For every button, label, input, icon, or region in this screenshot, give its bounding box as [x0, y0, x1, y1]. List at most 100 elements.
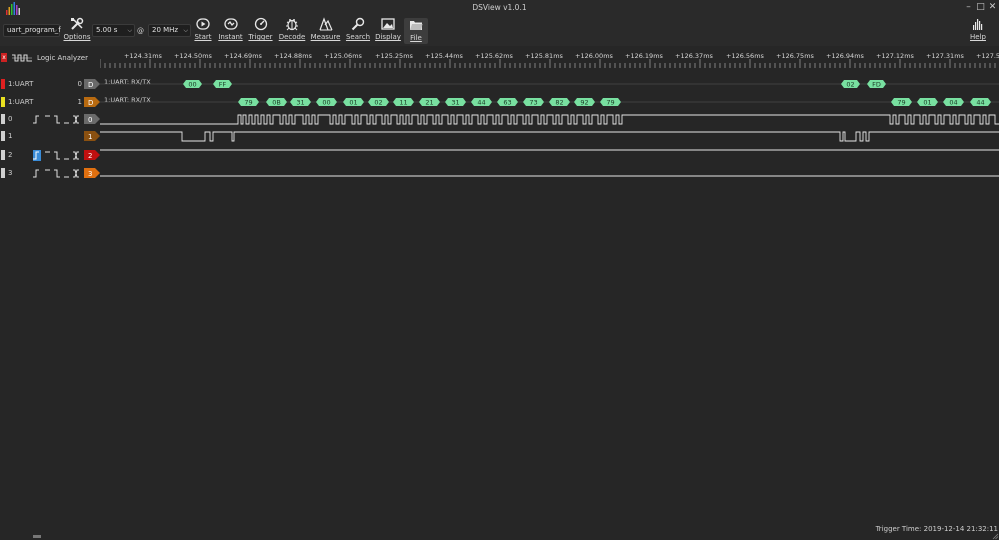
decode-annotation-label: 44: [477, 99, 485, 107]
channel-tag-icon[interactable]: 0: [84, 114, 100, 124]
search-button[interactable]: Search: [345, 17, 371, 41]
channel-tag-icon[interactable]: 1: [84, 131, 100, 141]
minimize-button[interactable]: –: [964, 2, 973, 12]
decode-annotation: 79: [238, 98, 259, 107]
trigger-type-icons[interactable]: [33, 150, 83, 161]
help-label: Help: [970, 33, 986, 41]
waveform-view[interactable]: 00 FF 02 FD 79 0B 31 00 01 02 11 21 31 44 63 73 82 92 79 7…: [100, 73, 999, 183]
decode-annotation-label: 01: [349, 99, 357, 107]
trigger-label: Trigger: [248, 33, 273, 41]
decode-label: Decode: [278, 33, 306, 41]
instant-label: Instant: [218, 33, 243, 41]
decode-annotation: 02: [841, 80, 860, 89]
channel-color-swatch[interactable]: [1, 168, 5, 178]
channel-index: 0: [77, 80, 82, 88]
trigger-type-icons[interactable]: [33, 168, 83, 179]
channel-index: 1: [77, 98, 82, 106]
close-panel-button[interactable]: x: [1, 53, 7, 62]
start-button[interactable]: Start: [193, 17, 213, 41]
decode-annotation-label: 01: [923, 99, 931, 107]
channel-color-swatch[interactable]: [1, 97, 5, 107]
instant-button[interactable]: Instant: [217, 17, 244, 41]
start-label: Start: [194, 33, 212, 41]
close-window-button[interactable]: ✕: [988, 2, 997, 12]
decoder-tag-icon[interactable]: D: [84, 79, 100, 89]
channel-tag-icon[interactable]: 3: [84, 168, 100, 178]
decode-annotation: 92: [574, 98, 595, 107]
chevron-down-icon: ⌵: [183, 27, 188, 34]
decode-annotation: 44: [471, 98, 492, 107]
chevron-down-icon: ⌵: [127, 27, 132, 34]
window-title: DSView v1.0.1: [472, 3, 527, 12]
decode-annotation: 44: [970, 98, 991, 107]
waveform-icon: [12, 54, 32, 62]
start-icon: [196, 18, 210, 30]
search-icon: [351, 17, 365, 31]
measure-button[interactable]: Measure: [310, 17, 341, 41]
decode-annotation-label: FF: [219, 81, 227, 89]
channel-tag-icon[interactable]: 2: [84, 150, 100, 160]
decode-annotation-label: 44: [976, 99, 984, 107]
title-bar: DSView v1.0.1 – □ ✕: [0, 0, 999, 16]
maximize-button[interactable]: □: [976, 2, 985, 12]
options-button[interactable]: Options: [63, 17, 91, 41]
channel-tag-label: 1: [88, 133, 92, 141]
decoder-tag-icon[interactable]: D: [84, 97, 100, 107]
time-ruler[interactable]: +124.31ms +124.50ms +124.69ms +124.88ms …: [100, 49, 999, 68]
duration-value: 5.00 s: [96, 26, 118, 34]
samplerate-value: 20 MHz: [152, 26, 179, 34]
file-label: File: [410, 34, 422, 42]
instant-icon: [223, 18, 238, 30]
tools-icon: [71, 17, 84, 30]
chevron-down-icon: ⌵: [52, 27, 57, 34]
channel-color-swatch[interactable]: [1, 79, 5, 89]
scrollbar-thumb[interactable]: [33, 535, 41, 538]
decode-annotation-label: 92: [580, 99, 588, 107]
decode-icon: [286, 19, 298, 31]
decode-annotation: 31: [445, 98, 466, 107]
trigger-button[interactable]: Trigger: [247, 17, 274, 41]
decode-annotation: 0B: [266, 98, 287, 107]
samplerate-select[interactable]: 20 MHz ⌵: [148, 24, 191, 37]
options-label: Options: [63, 33, 91, 41]
device-select[interactable]: uart_program_f ⌵: [3, 24, 61, 37]
file-button[interactable]: File: [404, 18, 428, 44]
decode-annotation: 73: [523, 98, 544, 107]
decode-annotation: 01: [343, 98, 364, 107]
duration-select[interactable]: 5.00 s ⌵: [92, 24, 135, 37]
display-button[interactable]: Display: [374, 17, 402, 41]
help-logo-icon: [973, 19, 983, 30]
channel-tag-label: 0: [88, 116, 92, 124]
channel-color-swatch[interactable]: [1, 131, 5, 141]
decode-annotation-label: 79: [606, 99, 614, 107]
channel-tag-label: 2: [88, 152, 92, 160]
resize-grip-icon[interactable]: [992, 533, 999, 540]
decode-button[interactable]: Decode: [278, 17, 306, 41]
at-label: @: [137, 27, 144, 35]
trigger-time: Trigger Time: 2019-12-14 21:32:11: [875, 525, 998, 533]
channel-color-swatch[interactable]: [1, 114, 5, 124]
channel-color-swatch[interactable]: [1, 150, 5, 160]
decode-annotation: 02: [368, 98, 389, 107]
decode-annotation: FD: [867, 80, 886, 89]
display-label: Display: [375, 33, 401, 41]
toolbar: uart_program_f ⌵ Options 5.00 s ⌵ @ 20 M…: [0, 16, 999, 46]
decode-annotation-label: FD: [872, 81, 881, 89]
decode-annotation: 00: [183, 80, 202, 89]
decode-annotation-label: 21: [425, 99, 433, 107]
decode-annotation: 79: [600, 98, 621, 107]
panel-title: Logic Analyzer: [37, 54, 88, 62]
decode-annotation-label: 82: [555, 99, 563, 107]
decode-annotation-label: 11: [399, 99, 407, 107]
decode-annotation-label: 79: [897, 99, 905, 107]
horizontal-scrollbar[interactable]: [0, 533, 999, 540]
help-button[interactable]: Help: [964, 17, 992, 41]
decode-annotation-label: 31: [296, 99, 304, 107]
decode-annotation: 82: [549, 98, 570, 107]
measure-label: Measure: [310, 33, 341, 41]
decode-annotation: 21: [419, 98, 440, 107]
decode-annotation-label: 00: [188, 81, 196, 89]
decode-annotation-label: 31: [451, 99, 459, 107]
decoder-tag-label: D: [88, 99, 93, 107]
trigger-type-icons[interactable]: [33, 114, 83, 125]
